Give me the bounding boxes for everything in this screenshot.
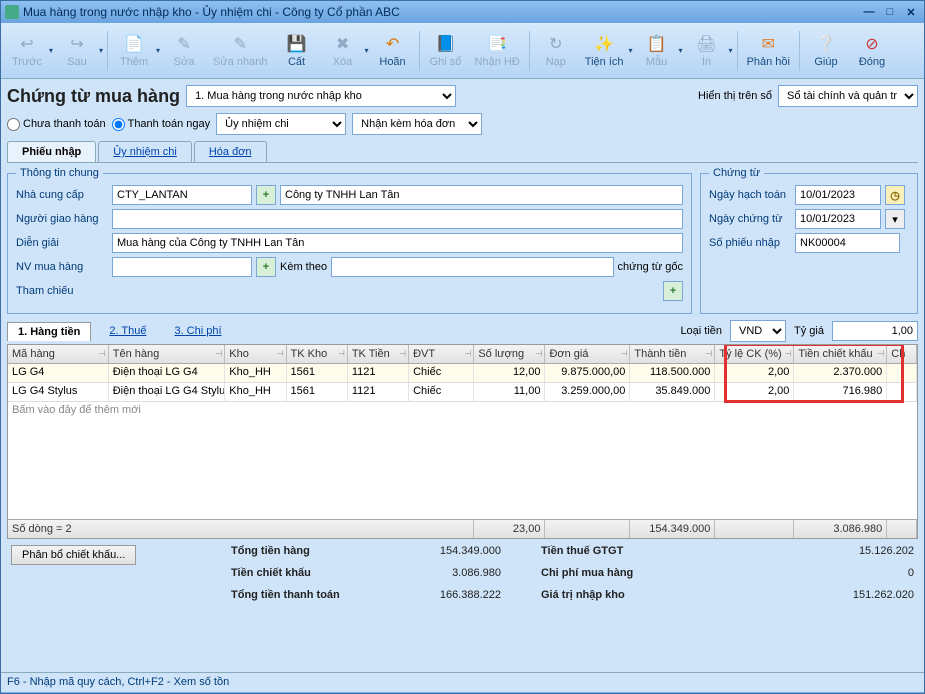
subtab-chi-phi[interactable]: 3. Chi phí <box>164 322 231 340</box>
status-bar: F6 - Nhập mã quy cách, Ctrl+F2 - Xem số … <box>1 672 924 692</box>
date-picker-button[interactable]: ◷ <box>885 185 905 205</box>
main-tabs: Phiếu nhập Ủy nhiệm chi Hóa đơn <box>7 141 918 163</box>
display-label: Hiển thị trên sổ <box>698 90 772 102</box>
voucher-no-input[interactable] <box>795 233 900 253</box>
load-button[interactable]: ↻Nạp <box>534 30 578 71</box>
supplier-name-input[interactable] <box>280 185 683 205</box>
wand-icon: ✨ <box>593 33 615 55</box>
tab-hoa-don[interactable]: Hóa đơn <box>194 141 267 162</box>
invoice-icon: 📑 <box>486 33 508 55</box>
next-button[interactable]: ↪Sau <box>55 30 99 71</box>
mail-icon: ✉ <box>757 33 779 55</box>
buyer-input[interactable] <box>112 257 252 277</box>
undo-icon: ↶ <box>382 33 404 55</box>
chevron-down-icon[interactable]: ▾ <box>885 209 905 229</box>
book-icon: 📘 <box>435 33 457 55</box>
supplier-code-input[interactable] <box>112 185 252 205</box>
quickedit-button[interactable]: ✎Sửa nhanh <box>208 30 272 71</box>
tab-phieu-nhap[interactable]: Phiếu nhập <box>7 141 96 162</box>
print-icon: 🖨 <box>696 33 718 55</box>
app-icon <box>5 5 19 19</box>
feedback-button[interactable]: ✉Phản hồi <box>742 30 795 71</box>
window-title: Mua hàng trong nước nhập kho - Ủy nhiệm … <box>23 5 860 19</box>
add-button[interactable]: 📄Thêm <box>112 30 156 71</box>
minimize-button[interactable]: — <box>860 5 878 19</box>
add-reference-button[interactable]: + <box>663 281 683 301</box>
exchange-rate-input[interactable] <box>832 321 918 341</box>
template-button[interactable]: 📋Mẫu <box>635 30 679 71</box>
general-info-fieldset: Thông tin chung Nhà cung cấp + Người gia… <box>7 167 692 314</box>
table-row[interactable]: LG G4Điện thoại LG G4Kho_HH15611121Chiếc… <box>8 364 917 383</box>
items-grid: Mã hàng⊣ Tên hàng⊣ Kho⊣ TK Kho⊣ TK Tiền⊣… <box>7 344 918 539</box>
add-icon: 📄 <box>123 33 145 55</box>
currency-select[interactable]: VND <box>730 320 786 342</box>
quickedit-icon: ✎ <box>229 33 251 55</box>
maximize-button[interactable]: □ <box>881 5 899 19</box>
refresh-icon: ↻ <box>545 33 567 55</box>
doc-type-select[interactable]: 1. Mua hàng trong nước nhập kho <box>186 85 456 107</box>
save-button[interactable]: 💾Cất <box>275 30 319 71</box>
payment-method-select[interactable]: Ủy nhiệm chi <box>216 113 346 135</box>
delete-icon: ✖ <box>332 33 354 55</box>
voucher-date-input[interactable] <box>795 209 881 229</box>
page-title: Chứng từ mua hàng <box>7 86 180 107</box>
add-buyer-button[interactable]: + <box>256 257 276 277</box>
attached-input[interactable] <box>331 257 613 277</box>
description-input[interactable] <box>112 233 683 253</box>
paynow-radio[interactable]: Thanh toán ngay <box>112 118 211 131</box>
save-icon: 💾 <box>286 33 308 55</box>
close-button[interactable]: ✕ <box>902 5 920 19</box>
print-button[interactable]: 🖨In <box>685 30 729 71</box>
posting-date-input[interactable] <box>795 185 881 205</box>
receipt-select[interactable]: Nhận kèm hóa đơn <box>352 113 482 135</box>
arrow-right-icon: ↪ <box>66 33 88 55</box>
voucher-fieldset: Chứng từ Ngày hạch toán ◷ Ngày chứng từ … <box>700 167 918 314</box>
delete-button[interactable]: ✖Xóa <box>321 30 365 71</box>
arrow-left-icon: ↩ <box>16 33 38 55</box>
allocate-discount-button[interactable]: Phân bổ chiết khấu... <box>11 545 136 565</box>
postpone-button[interactable]: ↶Hoãn <box>371 30 415 71</box>
add-row-placeholder[interactable]: Bấm vào đây để thêm mới <box>8 402 917 418</box>
post-button[interactable]: 📘Ghi sổ <box>424 30 468 71</box>
prev-button[interactable]: ↩Trước <box>5 30 49 71</box>
subtab-hang-tien[interactable]: 1. Hàng tiền <box>7 322 91 341</box>
receive-invoice-button[interactable]: 📑Nhận HĐ <box>470 30 525 71</box>
tab-uy-nhiem-chi[interactable]: Ủy nhiệm chi <box>98 141 192 162</box>
help-button[interactable]: ❔Giúp <box>804 30 848 71</box>
add-supplier-button[interactable]: + <box>256 185 276 205</box>
display-select[interactable]: Sổ tài chính và quản trị <box>778 85 918 107</box>
help-icon: ❔ <box>815 33 837 55</box>
title-bar: Mua hàng trong nước nhập kho - Ủy nhiệm … <box>1 1 924 23</box>
unpaid-radio[interactable]: Chưa thanh toán <box>7 118 106 131</box>
subtab-thue[interactable]: 2. Thuế <box>99 322 156 340</box>
utilities-button[interactable]: ✨Tiện ích <box>580 30 629 71</box>
table-row[interactable]: LG G4 StylusĐiện thoại LG G4 StylusKho_H… <box>8 383 917 402</box>
edit-button[interactable]: ✎Sửa <box>162 30 206 71</box>
template-icon: 📋 <box>646 33 668 55</box>
deliverer-input[interactable] <box>112 209 683 229</box>
close-form-button[interactable]: ⊘Đóng <box>850 30 894 71</box>
edit-icon: ✎ <box>173 33 195 55</box>
main-toolbar: ↩Trước▾ ↪Sau▾ 📄Thêm▾ ✎Sửa ✎Sửa nhanh 💾Cấ… <box>1 23 924 79</box>
close-icon: ⊘ <box>861 33 883 55</box>
